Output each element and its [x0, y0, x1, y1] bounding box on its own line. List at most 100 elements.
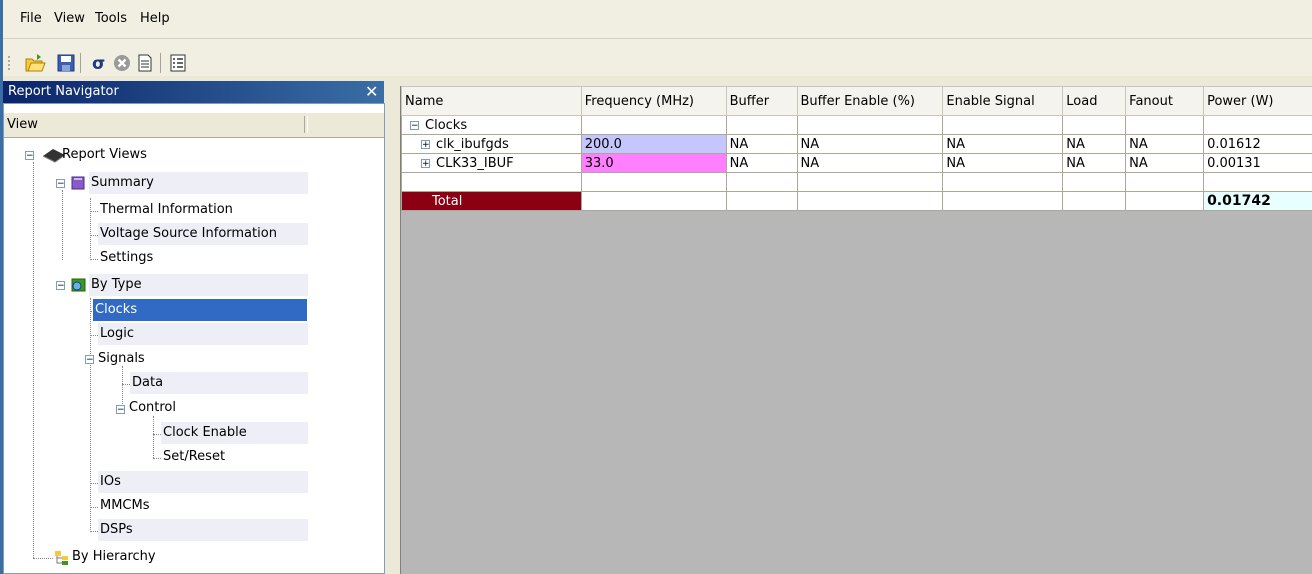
column-header-fanout[interactable]: Fanout	[1125, 86, 1205, 116]
list-view-icon[interactable]	[167, 52, 189, 74]
tree-item-signals[interactable]: Signals	[96, 348, 147, 370]
column-header-buffer-enable[interactable]: Buffer Enable (%)	[796, 86, 944, 116]
tree-line	[62, 190, 63, 260]
close-icon[interactable]: ✕	[365, 82, 378, 101]
tree-item-by-hierarchy[interactable]: By Hierarchy	[70, 546, 158, 568]
group-label: Clocks	[425, 117, 468, 133]
column-header-buffer[interactable]: Buffer	[725, 86, 798, 116]
tree-line	[90, 335, 98, 336]
tree-line	[90, 531, 98, 532]
toolbar-grip[interactable]	[7, 55, 12, 72]
tree-line	[90, 259, 98, 260]
tree-item-dsps[interactable]: DSPs	[98, 519, 308, 541]
chip-icon	[41, 147, 66, 163]
view-column-label: View	[7, 117, 38, 132]
empty-cell	[725, 191, 798, 211]
expand-toggle[interactable]: +	[421, 139, 430, 149]
frequency-cell[interactable]: 200.0	[580, 134, 727, 154]
tree-item-clock-enable[interactable]: Clock Enable	[161, 422, 308, 444]
menu-view[interactable]: View	[54, 11, 85, 26]
column-header-load[interactable]: Load	[1062, 86, 1127, 116]
clock-name: clk_ibufgds	[436, 136, 509, 152]
tree-item-voltage-source-information[interactable]: Voltage Source Information	[98, 223, 308, 245]
tree-item-report-views[interactable]: Report Views	[60, 144, 149, 166]
buffer-cell[interactable]: NA	[725, 134, 798, 154]
empty-cell	[1062, 115, 1127, 135]
empty-cell	[942, 115, 1064, 135]
tree-item-logic[interactable]: Logic	[98, 323, 308, 345]
tree-item-by-type[interactable]: By Type	[89, 274, 308, 296]
tree-line	[122, 366, 123, 410]
view-column-header[interactable]: View	[4, 113, 384, 138]
collapse-toggle[interactable]: −	[116, 405, 125, 415]
clocks-table: Name Frequency (MHz) Buffer Buffer Enabl…	[401, 86, 1312, 211]
column-header-frequency[interactable]: Frequency (MHz)	[580, 86, 727, 116]
frequency-cell[interactable]: 33.0	[580, 153, 727, 173]
enable-signal-cell[interactable]: NA	[942, 134, 1064, 154]
fanout-cell[interactable]: NA	[1125, 134, 1205, 154]
tree-item-thermal-information[interactable]: Thermal Information	[98, 199, 235, 221]
buffer-enable-cell[interactable]: NA	[796, 134, 944, 154]
tree-line	[122, 384, 130, 385]
load-cell[interactable]: NA	[1062, 134, 1127, 154]
power-cell: 0.01612	[1203, 134, 1312, 154]
save-icon[interactable]	[55, 52, 77, 74]
empty-cell	[942, 191, 1064, 211]
report-navigator-header: Report Navigator ✕	[3, 81, 384, 103]
open-folder-icon[interactable]	[24, 52, 46, 74]
report-navigator-title: Report Navigator	[8, 84, 119, 99]
tree-item-mmcms[interactable]: MMCMs	[98, 495, 152, 517]
collapse-toggle[interactable]: −	[410, 120, 419, 130]
toolbar-separator	[160, 53, 161, 73]
column-header-name[interactable]: Name	[401, 86, 582, 116]
collapse-toggle[interactable]: −	[56, 281, 65, 291]
total-power: 0.01742	[1203, 191, 1312, 211]
fanout-cell[interactable]: NA	[1125, 153, 1205, 173]
group-row-clocks[interactable]: − Clocks	[401, 115, 1312, 135]
buffer-cell[interactable]: NA	[725, 153, 798, 173]
tree-line	[90, 198, 91, 260]
empty-cell	[580, 191, 727, 211]
buffer-enable-cell[interactable]: NA	[796, 153, 944, 173]
svg-text:σ: σ	[92, 54, 105, 74]
tree-item-set-reset[interactable]: Set/Reset	[161, 446, 227, 468]
sigma-icon[interactable]: σ	[88, 52, 110, 74]
enable-signal-cell[interactable]: NA	[942, 153, 1064, 173]
empty-cell	[580, 172, 727, 192]
menu-file[interactable]: File	[20, 11, 42, 26]
document-icon[interactable]	[134, 52, 156, 74]
load-cell[interactable]: NA	[1062, 153, 1127, 173]
empty-cell	[725, 172, 798, 192]
column-resize-handle[interactable]	[304, 116, 308, 133]
tree-item-settings[interactable]: Settings	[98, 247, 155, 269]
expand-toggle[interactable]: +	[421, 158, 430, 168]
collapse-toggle[interactable]: −	[25, 151, 34, 161]
table-row[interactable]: + clk_ibufgds 200.0 NA NA NA NA NA 0.0161…	[401, 134, 1312, 154]
tree-item-clocks[interactable]: Clocks	[92, 298, 308, 322]
empty-cell	[1203, 115, 1312, 135]
column-header-enable-signal[interactable]: Enable Signal	[942, 86, 1064, 116]
collapse-toggle[interactable]: −	[85, 355, 94, 365]
collapse-toggle[interactable]: −	[56, 179, 65, 189]
stop-icon[interactable]	[111, 52, 133, 74]
column-header-power[interactable]: Power (W)	[1203, 86, 1312, 116]
menu-tools[interactable]: Tools	[95, 11, 127, 26]
tree-item-data[interactable]: Data	[130, 372, 308, 394]
menu-help[interactable]: Help	[140, 11, 170, 26]
tree-line	[90, 211, 98, 212]
empty-cell	[796, 172, 944, 192]
power-cell: 0.00131	[1203, 153, 1312, 173]
tree-item-control[interactable]: Control	[127, 397, 178, 419]
panel-splitter[interactable]	[388, 78, 394, 574]
tree-line	[153, 416, 154, 458]
clock-name: CLK33_IBUF	[436, 155, 514, 171]
tree-line	[153, 434, 161, 435]
name-cell[interactable]: + clk_ibufgds	[401, 134, 582, 154]
hierarchy-icon	[53, 550, 71, 566]
tree-item-ios[interactable]: IOs	[98, 471, 308, 493]
name-cell[interactable]: + CLK33_IBUF	[401, 153, 582, 173]
tree-item-summary[interactable]: Summary	[89, 172, 308, 194]
table-row[interactable]: + CLK33_IBUF 33.0 NA NA NA NA NA 0.00131	[401, 153, 1312, 173]
group-cell[interactable]: − Clocks	[401, 115, 582, 135]
total-label: Total	[401, 191, 582, 211]
